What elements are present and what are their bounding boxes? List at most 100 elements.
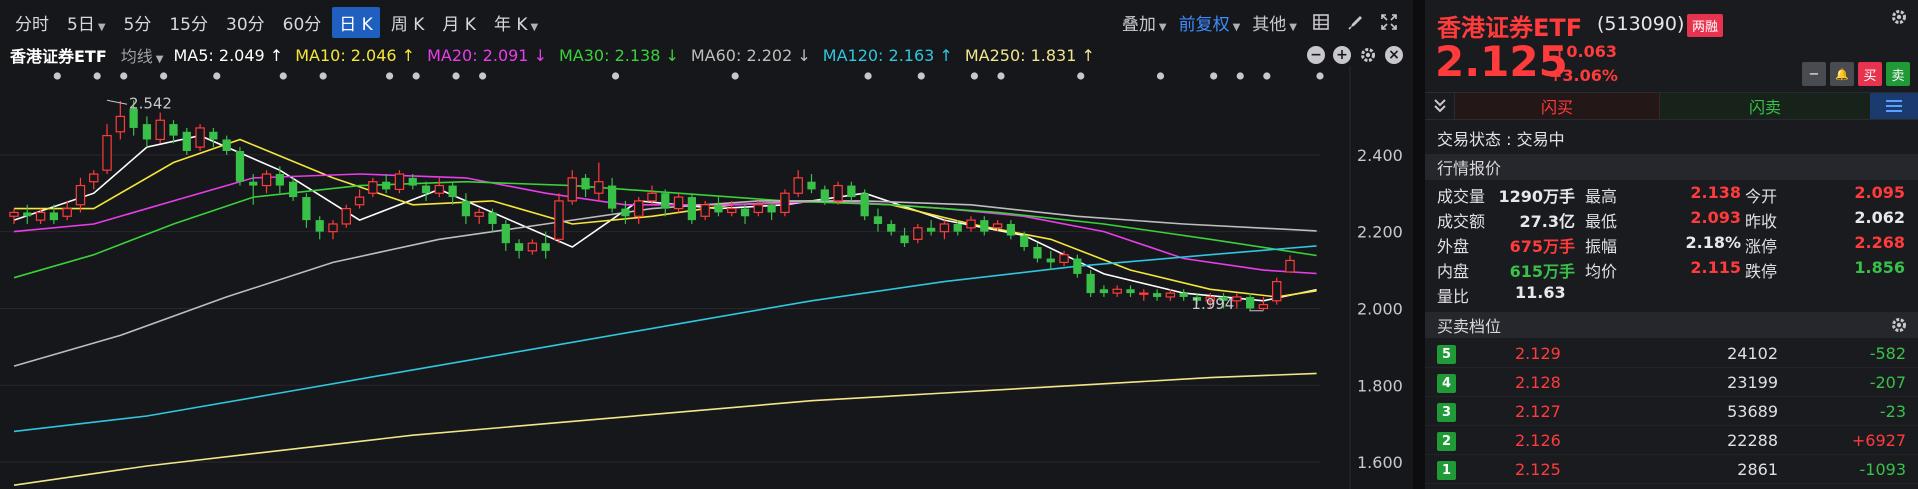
period-15min[interactable]: 15分 <box>162 7 215 38</box>
period-intraday[interactable]: 分时 <box>8 7 56 38</box>
period-daily[interactable]: 日 K <box>332 6 380 38</box>
toolbar-right: 叠加 ▼ 前复权 ▼ 其他 ▼ <box>1110 0 1399 44</box>
event-marker <box>279 72 287 80</box>
candle-body <box>1099 289 1109 294</box>
candle-body <box>647 192 657 202</box>
gear-icon[interactable] <box>1890 316 1908 338</box>
ma-line-ma120 <box>13 245 1317 433</box>
orderbook-row[interactable]: 4 2.128 23199 -207 <box>1425 369 1918 397</box>
level-badge: 5 <box>1437 345 1456 364</box>
event-marker <box>160 72 168 80</box>
candle-body <box>169 124 178 136</box>
level-badge: 4 <box>1437 374 1456 393</box>
orderbook-row[interactable]: 1 2.125 2861 -1093 <box>1425 456 1918 484</box>
alert-bell-button[interactable]: 🔔 <box>1830 62 1854 86</box>
orderbook-row[interactable]: 2 2.126 22288 +6927 <box>1425 427 1918 455</box>
candle-body <box>1126 289 1135 294</box>
candle-body <box>980 220 989 232</box>
level-badge: 1 <box>1437 461 1456 480</box>
candle-body <box>461 200 471 217</box>
candle-body <box>102 135 112 171</box>
candle-body <box>289 181 298 198</box>
price-annotation: 1.994 <box>1191 295 1234 313</box>
ma-legend-item: MA120: 2.163 ↑ <box>822 45 953 65</box>
gear-icon[interactable] <box>1890 8 1908 30</box>
sell-button[interactable]: 卖 <box>1886 62 1910 86</box>
event-marker <box>864 72 872 80</box>
candle-body <box>275 174 284 186</box>
change-percent: +3.06% <box>1549 66 1618 85</box>
level-volume: 22288 <box>1727 431 1778 450</box>
quote-value: 2.268 <box>1854 233 1905 252</box>
event-marker <box>1316 72 1324 80</box>
menu-icon[interactable] <box>1870 93 1918 119</box>
flash-sell-button[interactable]: 闪卖 <box>1660 93 1870 119</box>
draw-brush-icon[interactable] <box>1345 12 1365 32</box>
ma-mode-dropdown[interactable]: 均线 ▼ <box>121 43 164 67</box>
quote-label: 振幅 <box>1585 237 1618 256</box>
double-chevron-down-icon <box>1433 99 1446 113</box>
expand-trade-button[interactable] <box>1425 93 1455 119</box>
period-5day[interactable]: 5日 ▼ <box>60 7 113 38</box>
candle-body <box>847 185 856 198</box>
quote-label: 今开 <box>1745 187 1778 206</box>
quote-value: 27.3亿 <box>1519 212 1575 231</box>
period-weekly[interactable]: 周 K <box>384 7 432 38</box>
candle-body <box>594 181 604 194</box>
period-monthly[interactable]: 月 K <box>435 7 483 38</box>
overlay-dropdown[interactable]: 叠加 ▼ <box>1122 10 1167 35</box>
quote-label: 成交额 <box>1437 212 1486 231</box>
level-price: 2.128 <box>1515 373 1561 392</box>
candle-body <box>62 207 72 217</box>
candle-body <box>1020 235 1029 248</box>
orderbook-row[interactable]: 3 2.127 53689 -23 <box>1425 398 1918 426</box>
panel-divider[interactable] <box>1413 0 1425 489</box>
candle-body <box>900 235 909 244</box>
candle-body <box>1073 258 1082 274</box>
level-volume: 2861 <box>1737 460 1778 479</box>
period-60min[interactable]: 60分 <box>276 7 329 38</box>
chevron-down-icon: ▼ <box>1289 21 1297 33</box>
candle-body <box>1033 247 1042 259</box>
candle-body <box>527 242 538 252</box>
kline-chart[interactable]: 2.400 2.200 2.000 1.800 1.600 2.542 1.994 <box>0 66 1413 489</box>
ma-legend-item: MA250: 1.831 ↑ <box>964 45 1095 65</box>
candle-body <box>740 208 750 217</box>
stock-code: (513090) <box>1597 13 1685 35</box>
flash-buy-button[interactable]: 闪买 <box>1455 93 1660 119</box>
event-marker <box>412 72 420 80</box>
other-dropdown[interactable]: 其他 ▼ <box>1252 10 1297 35</box>
quote-label: 内盘 <box>1437 262 1470 281</box>
gear-icon[interactable] <box>1359 46 1377 64</box>
zoom-out-button[interactable]: − <box>1307 46 1325 64</box>
candle-body <box>1112 288 1122 294</box>
level-change: -1093 <box>1859 460 1907 479</box>
quote-row: 成交额 27.3亿 最低 2.093 昨收 2.062 <box>1425 205 1918 231</box>
buy-button[interactable]: 买 <box>1858 62 1882 86</box>
grid-layout-icon[interactable] <box>1311 12 1331 32</box>
candle-body <box>354 196 365 206</box>
candle-body <box>939 223 950 233</box>
level-change: -23 <box>1879 402 1906 421</box>
candle-body <box>554 200 564 240</box>
quote-label: 量比 <box>1437 287 1470 306</box>
period-yearly[interactable]: 年 K ▼ <box>487 7 545 38</box>
candle-body <box>1152 293 1162 297</box>
period-5min[interactable]: 5分 <box>117 7 159 38</box>
period-30min[interactable]: 30分 <box>219 7 272 38</box>
event-marker <box>1236 72 1244 80</box>
candle-body <box>661 193 670 209</box>
candle-body <box>913 227 923 240</box>
zoom-in-button[interactable]: + <box>1333 46 1351 64</box>
candle-body <box>953 223 962 232</box>
chevron-down-icon: ▼ <box>155 54 164 65</box>
last-price: 2.125 <box>1435 37 1568 86</box>
adjust-dropdown[interactable]: 前复权 ▼ <box>1179 10 1241 35</box>
header-buttons: − 🔔 买 卖 <box>1798 62 1910 86</box>
orderbook-row[interactable]: 5 2.129 24102 -582 <box>1425 340 1918 368</box>
candle-body <box>541 243 550 251</box>
fullscreen-icon[interactable] <box>1379 12 1399 32</box>
ma-legend-item: MA10: 2.046 ↑ <box>295 45 416 65</box>
remove-watch-button[interactable]: − <box>1802 62 1826 86</box>
close-chart-button[interactable]: × <box>1385 46 1403 64</box>
